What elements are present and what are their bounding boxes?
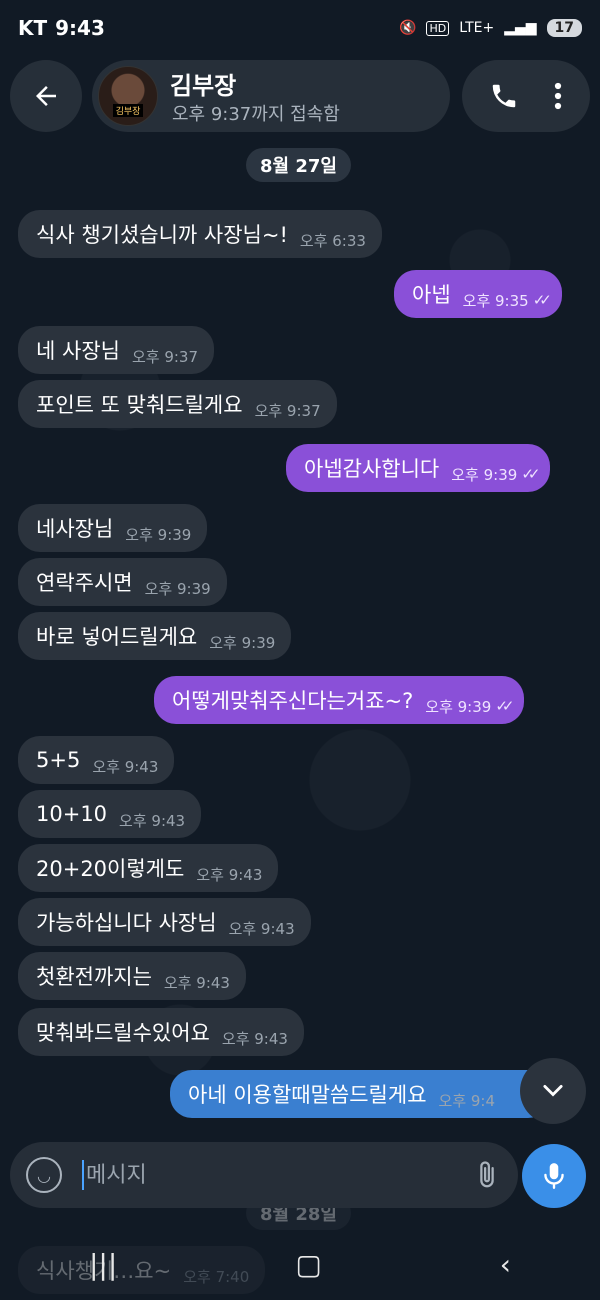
avatar[interactable]: 김부장 [98,66,158,126]
message-time: 오후 9:39 [125,525,192,544]
message-text: 아넵 [412,283,451,307]
message-time: 오후 6:33 [299,231,366,250]
back-button[interactable] [10,60,82,132]
message-text: 맞춰봐드릴수있어요 [36,1021,210,1045]
message-bubble[interactable]: 10+10 오후 9:43 [18,790,202,838]
paperclip-icon[interactable] [472,1160,502,1190]
date-separator: 8월 27일 [246,148,351,182]
text-cursor [82,1160,84,1190]
message-time: 오후 9:43 [228,919,295,938]
contact-name: 김부장 [170,72,237,100]
message-text: 포인트 또 맞춰드릴게요 [36,393,243,417]
hd-icon: HD [426,20,450,36]
clock: 9:43 [55,16,105,40]
message-time: 오후 9:4 [438,1091,496,1110]
chevron-down-icon [543,1084,563,1097]
message-time: 오후 9:35 [462,291,529,310]
mic-button[interactable] [522,1144,586,1208]
battery-level: 17 [546,19,582,37]
emoji-icon[interactable]: ◡ [26,1157,62,1193]
message-text: 아넵감사합니다 [304,457,440,481]
more-vert-icon[interactable] [553,81,563,111]
message-bubble[interactable]: 아넵감사합니다 오후 9:39 ✓✓ [286,444,551,492]
message-bubble[interactable]: 가능하십니다 사장님 오후 9:43 [18,898,311,946]
last-seen-status: 오후 9:37까지 접속함 [172,104,340,125]
message-text: 연락주시면 [36,571,133,595]
message-bubble[interactable]: 네사장님 오후 9:39 [18,504,208,552]
message-bubble[interactable]: 포인트 또 맞춰드릴게요 오후 9:37 [18,380,337,428]
message-text: 가능하십니다 사장님 [36,911,217,935]
message-text: 첫환전까지는 [36,965,152,989]
message-bubble[interactable]: 어떻게맞춰주신다는거죠~? 오후 9:39 ✓✓ [154,676,525,724]
double-check-icon: ✓✓ [532,291,552,309]
arrow-left-icon [36,86,56,106]
double-check-icon: ✓✓ [495,697,514,715]
message-time: 오후 9:39 [209,633,276,652]
message-time: 오후 9:43 [221,1029,288,1048]
message-time: 오후 9:43 [163,973,230,992]
message-time: 오후 9:37 [131,347,199,366]
message-text: 5+5 [36,748,81,772]
recent-apps-button[interactable]: ||| [89,1248,117,1281]
message-time: 오후 9:39 [451,465,518,484]
network-label: LTE+ [459,20,495,36]
message-bubble[interactable]: 연락주시면 오후 9:39 [18,558,227,606]
header-actions [462,60,590,132]
message-text: 20+20이렇게도 [36,857,185,881]
system-nav-bar: ||| ▢ ‹ [0,1228,600,1300]
avatar-tag: 김부장 [112,104,144,117]
message-time: 오후 9:43 [119,811,186,830]
message-bubble[interactable]: 식사 챙기셨습니까 사장님~! 오후 6:33 [18,210,382,258]
double-check-icon: ✓✓ [521,465,540,483]
message-time: 오후 9:39 [144,579,211,598]
message-bubble[interactable]: 네 사장님 오후 9:37 [18,326,215,374]
message-text: 네사장님 [36,517,114,541]
message-text: 바로 넣어드릴게요 [36,625,198,649]
microphone-icon [544,1163,564,1189]
carrier-label: KT [18,16,48,40]
message-text: 식사 챙기셨습니까 사장님~! [36,223,288,247]
message-bubble[interactable]: 20+20이렇게도 오후 9:43 [18,844,279,892]
signal-icon: ▂▄▆ [504,20,537,36]
home-button[interactable]: ▢ [295,1248,321,1281]
status-bar: KT 9:43 🔇 HD LTE+ ▂▄▆ 17 [0,0,600,56]
message-composer: ◡ [10,1142,518,1208]
message-time: 오후 9:43 [196,865,263,884]
mute-icon: 🔇 [399,20,417,36]
message-input[interactable] [86,1162,446,1188]
message-text: 10+10 [36,802,108,826]
scroll-down-button[interactable] [520,1058,586,1124]
message-bubble[interactable]: 바로 넣어드릴게요 오후 9:39 [18,612,292,660]
phone-icon[interactable] [489,81,519,111]
message-text: 네 사장님 [36,339,120,363]
message-time: 오후 9:37 [254,401,321,420]
message-text: 어떻게맞춰주신다는거죠~? [172,689,414,713]
message-bubble[interactable]: 첫환전까지는 오후 9:43 [18,952,246,1000]
contact-info[interactable]: 김부장 김부장 오후 9:37까지 접속함 [92,60,450,132]
message-time: 오후 9:43 [92,757,159,776]
message-bubble[interactable]: 아넵 오후 9:35 ✓✓ [394,270,562,318]
message-bubble[interactable]: 5+5 오후 9:43 [18,736,175,784]
message-time: 오후 9:39 [425,697,492,716]
message-bubble[interactable]: 아네 이용할때말씀드릴게요 오후 9:4 [170,1070,550,1118]
back-nav-button[interactable]: ‹ [500,1248,511,1281]
message-text: 아네 이용할때말씀드릴게요 [188,1083,427,1107]
chat-header: 김부장 김부장 오후 9:37까지 접속함 [10,60,590,136]
message-bubble[interactable]: 맞춰봐드릴수있어요 오후 9:43 [18,1008,304,1056]
